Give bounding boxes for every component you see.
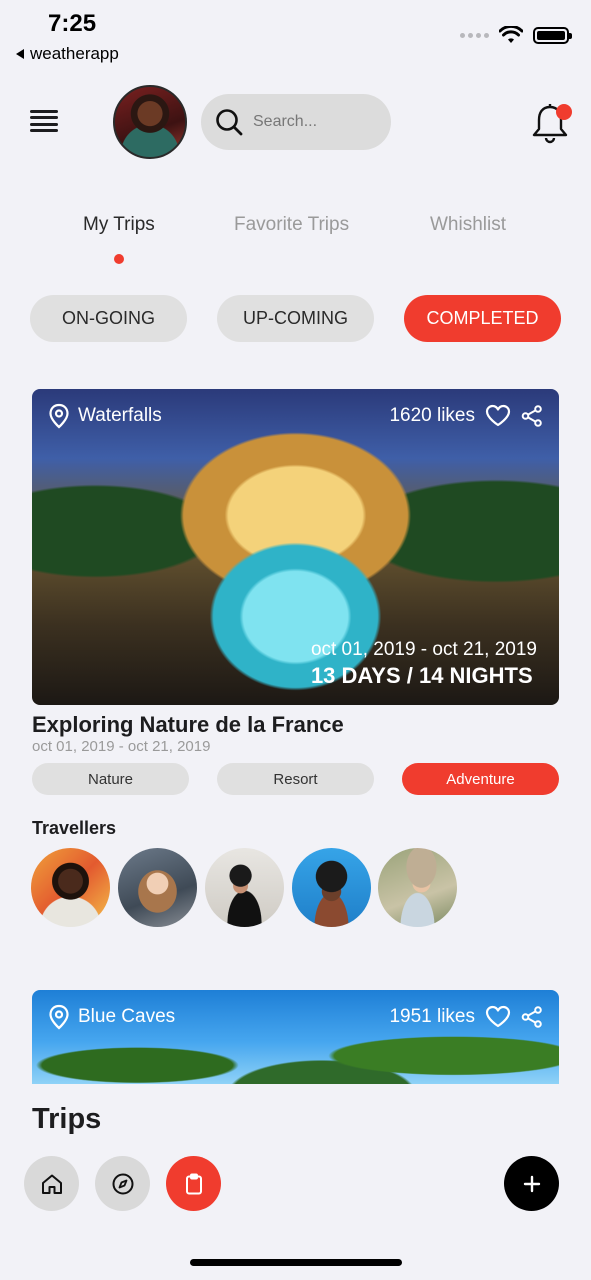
location-pin-icon <box>49 1004 69 1030</box>
trip-likes-count: 1620 likes <box>389 405 475 426</box>
traveller-avatar[interactable] <box>118 848 197 927</box>
filter-upcoming-button[interactable]: UP-COMING <box>217 295 374 342</box>
filter-ongoing-button[interactable]: ON-GOING <box>30 295 187 342</box>
explore-button[interactable] <box>95 1156 150 1211</box>
home-indicator <box>190 1259 402 1266</box>
bottom-section-title: Trips <box>32 1103 102 1135</box>
active-tab-indicator <box>114 254 124 264</box>
compass-icon <box>112 1173 133 1194</box>
heart-icon[interactable] <box>485 1005 511 1029</box>
user-avatar[interactable] <box>113 85 187 159</box>
trip-date-range: oct 01, 2019 - oct 21, 2019 <box>310 639 537 660</box>
home-icon <box>41 1174 62 1194</box>
trip-likes: 1620 likes <box>389 404 543 428</box>
trip-subtitle-dates: oct 01, 2019 - oct 21, 2019 <box>32 738 211 755</box>
trip-title[interactable]: Exploring Nature de la France <box>32 712 344 738</box>
search-bar[interactable] <box>201 94 391 150</box>
tag-resort[interactable]: Resort <box>217 763 374 795</box>
trip-likes: 1951 likes <box>389 1005 543 1029</box>
tag-nature[interactable]: Nature <box>32 763 189 795</box>
traveller-avatar[interactable] <box>31 848 110 927</box>
notification-dot <box>556 104 572 120</box>
filter-completed-button[interactable]: COMPLETED <box>404 295 561 342</box>
search-icon <box>216 109 243 136</box>
signal-dots-icon <box>460 32 489 38</box>
status-time: 7:25 <box>48 10 97 37</box>
trip-cover-image[interactable]: Waterfalls 1620 likes oct 01, 2019 - oct… <box>32 389 559 705</box>
menu-icon[interactable] <box>30 110 58 132</box>
tab-my-trips[interactable]: My Trips <box>83 214 155 236</box>
plus-icon <box>523 1175 540 1192</box>
wifi-icon <box>499 26 523 43</box>
traveller-avatar[interactable] <box>205 848 284 927</box>
heart-icon[interactable] <box>485 404 511 428</box>
trips-button[interactable] <box>166 1156 221 1211</box>
back-app-label: weatherapp <box>30 44 119 63</box>
trip-image-header: Blue Caves 1951 likes <box>48 1004 543 1030</box>
travellers-heading: Travellers <box>32 818 117 838</box>
trip-dates-overlay: oct 01, 2019 - oct 21, 2019 13 DAYS / 14… <box>311 639 537 689</box>
tab-favorite-trips[interactable]: Favorite Trips <box>234 214 349 236</box>
trip-location: Blue Caves <box>48 1004 175 1030</box>
home-button[interactable] <box>24 1156 79 1211</box>
back-arrow-icon <box>16 49 24 59</box>
location-pin-icon <box>49 403 69 429</box>
trip-cover-image[interactable]: Blue Caves 1951 likes <box>32 990 559 1084</box>
tab-whishlist[interactable]: Whishlist <box>430 214 506 236</box>
trip-location-label: Waterfalls <box>78 405 162 426</box>
battery-icon <box>533 26 572 44</box>
trip-likes-count: 1951 likes <box>389 1006 475 1027</box>
share-icon[interactable] <box>521 405 543 427</box>
tag-adventure[interactable]: Adventure <box>402 763 559 795</box>
search-input[interactable] <box>253 113 373 131</box>
clipboard-icon <box>185 1173 202 1194</box>
trip-location-label: Blue Caves <box>78 1006 176 1027</box>
status-icons <box>460 26 572 44</box>
trip-location: Waterfalls <box>48 403 162 429</box>
traveller-avatar[interactable] <box>378 848 457 927</box>
traveller-avatar[interactable] <box>292 848 371 927</box>
notifications-button[interactable] <box>530 100 572 144</box>
share-icon[interactable] <box>521 1006 543 1028</box>
trip-image-header: Waterfalls 1620 likes <box>48 403 543 429</box>
back-to-app-link[interactable]: weatherapp <box>16 44 119 64</box>
add-trip-button[interactable] <box>504 1156 559 1211</box>
trip-duration: 13 DAYS / 14 NIGHTS <box>310 663 533 688</box>
